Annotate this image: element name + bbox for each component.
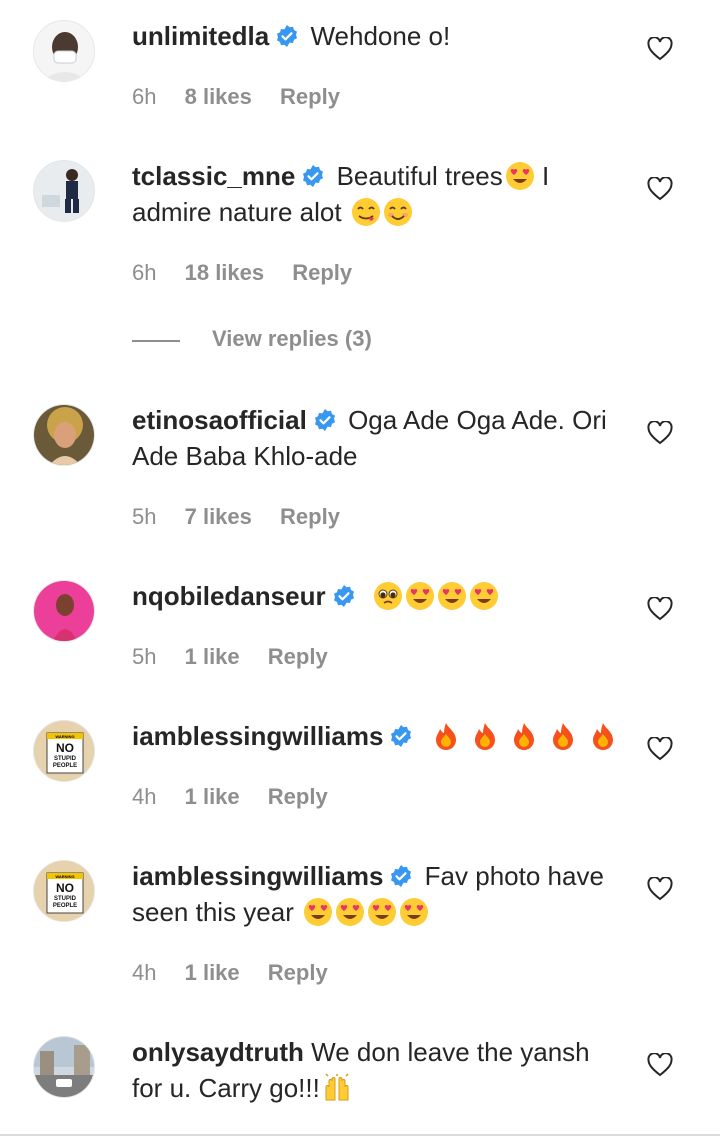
comment-likes[interactable]: 8 likes (185, 84, 252, 109)
verified-badge-icon (301, 164, 325, 188)
verified-badge-icon (389, 724, 413, 748)
username[interactable]: tclassic_mne (132, 161, 295, 191)
pleading-emoji-icon (373, 581, 403, 611)
like-heart-icon[interactable] (647, 737, 673, 761)
reply-button[interactable]: Reply (280, 504, 340, 529)
heart-eyes-emoji-icon (303, 897, 333, 927)
comment-time: 6h (132, 260, 157, 285)
like-heart-icon[interactable] (647, 597, 673, 621)
username[interactable]: unlimitedla (132, 21, 269, 51)
yum-emoji-icon (351, 197, 381, 227)
username[interactable]: iamblessingwilliams (132, 721, 383, 751)
like-heart-icon[interactable] (647, 1053, 673, 1077)
avatar-image (34, 405, 94, 465)
raising-hands-emoji-icon (322, 1073, 352, 1103)
avatar[interactable] (33, 20, 95, 82)
comment-likes[interactable]: 18 likes (185, 260, 265, 285)
verified-badge-icon (389, 864, 413, 888)
smile-emoji-icon (383, 197, 413, 227)
comment-body: Wehdone o! (310, 21, 451, 51)
comment-meta: 5h 7 likes Reply (132, 504, 362, 530)
bottom-divider (0, 1134, 720, 1136)
avatar[interactable] (33, 580, 95, 642)
comment-time: 4h (132, 784, 157, 809)
fire-emoji-icon (509, 721, 539, 751)
heart-eyes-emoji-icon (505, 161, 535, 191)
fire-emoji-icon (548, 721, 578, 751)
heart-eyes-emoji-icon (367, 897, 397, 927)
avatar[interactable] (33, 1036, 95, 1098)
avatar-sign-text: PEOPLE (53, 903, 77, 909)
avatar-sign-text: NO (56, 741, 74, 755)
avatar-sign-text: STUPID (54, 896, 77, 902)
comment-likes[interactable]: 1 like (185, 784, 240, 809)
avatar[interactable] (33, 404, 95, 466)
comment-meta: 4h 1 like Reply (132, 784, 350, 810)
heart-eyes-emoji-icon (469, 581, 499, 611)
fire-emoji-icon (588, 721, 618, 751)
like-heart-icon[interactable] (647, 877, 673, 901)
verified-badge-icon (313, 408, 337, 432)
comment-text: tclassic_mne Beautiful trees I admire na… (132, 158, 622, 230)
comment-body: Beautiful trees (336, 161, 503, 191)
verified-badge-icon (275, 24, 299, 48)
username[interactable]: etinosaofficial (132, 405, 307, 435)
comment-likes[interactable]: 1 like (185, 644, 240, 669)
username[interactable]: nqobiledanseur (132, 581, 326, 611)
comment-time: 6h (132, 84, 157, 109)
comment-likes[interactable]: 7 likes (185, 504, 252, 529)
comment-text: iamblessingwilliams (132, 718, 622, 754)
comment-likes[interactable]: 1 like (185, 960, 240, 985)
avatar[interactable]: WARNING NO STUPID PEOPLE (33, 860, 95, 922)
reply-button[interactable]: Reply (280, 84, 340, 109)
username[interactable]: onlysaydtruth (132, 1037, 304, 1067)
comment-text: unlimitedla Wehdone o! (132, 18, 622, 54)
comment-text: etinosaofficial Oga Ade Oga Ade. Ori Ade… (132, 402, 622, 474)
avatar-sign-text: WARNING (55, 874, 74, 879)
reply-button[interactable]: Reply (268, 784, 328, 809)
avatar-image (34, 581, 94, 641)
reply-button[interactable]: Reply (268, 960, 328, 985)
comment-time: 4h (132, 960, 157, 985)
avatar-sign-text: WARNING (55, 734, 74, 739)
verified-badge-icon (332, 584, 356, 608)
avatar-sign-text: NO (56, 881, 74, 895)
heart-eyes-emoji-icon (405, 581, 435, 611)
view-replies-line (132, 340, 180, 342)
avatar-image (34, 161, 94, 221)
comment-meta: 6h 18 likes Reply (132, 260, 374, 286)
comment-time: 5h (132, 504, 157, 529)
avatar-image (34, 21, 94, 81)
avatar-sign-text: STUPID (54, 756, 77, 762)
heart-eyes-emoji-icon (399, 897, 429, 927)
comment-text: onlysaydtruth We don leave the yansh for… (132, 1034, 622, 1106)
fire-emoji-icon (470, 721, 500, 751)
avatar[interactable]: WARNING NO STUPID PEOPLE (33, 720, 95, 782)
avatar-image: WARNING NO STUPID PEOPLE (34, 861, 94, 921)
username[interactable]: iamblessingwilliams (132, 861, 383, 891)
like-heart-icon[interactable] (647, 177, 673, 201)
comment-meta: 4h 1 like Reply (132, 960, 350, 986)
like-heart-icon[interactable] (647, 421, 673, 445)
fire-emoji-icon (431, 721, 461, 751)
comment-time: 5h (132, 644, 157, 669)
comment-meta: 5h 1 like Reply (132, 644, 350, 670)
comment-meta: 6h 8 likes Reply (132, 84, 362, 110)
reply-button[interactable]: Reply (268, 644, 328, 669)
like-heart-icon[interactable] (647, 37, 673, 61)
avatar-sign-text: PEOPLE (53, 763, 77, 769)
heart-eyes-emoji-icon (437, 581, 467, 611)
avatar-image (34, 1037, 94, 1097)
view-replies-label[interactable]: View replies (3) (212, 326, 372, 352)
comment-text: nqobiledanseur (132, 578, 622, 614)
reply-button[interactable]: Reply (292, 260, 352, 285)
heart-eyes-emoji-icon (335, 897, 365, 927)
comment-text: iamblessingwilliams Fav photo have seen … (132, 858, 622, 930)
avatar-image: WARNING NO STUPID PEOPLE (34, 721, 94, 781)
avatar[interactable] (33, 160, 95, 222)
